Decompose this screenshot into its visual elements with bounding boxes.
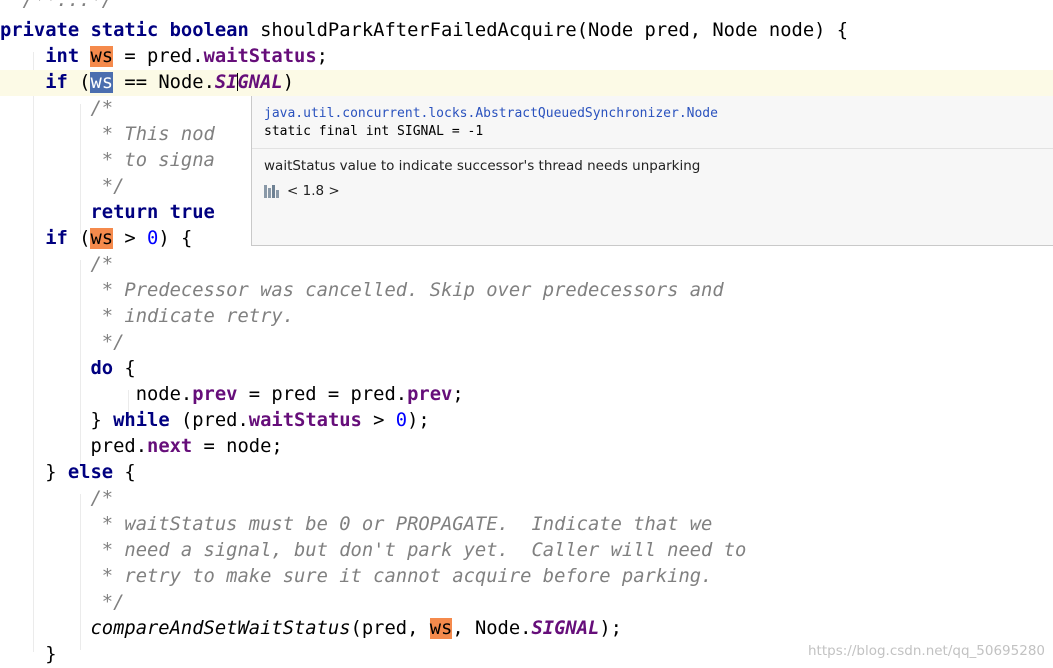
semicolon: ; [452,384,464,405]
comment-text: /* [90,98,114,119]
code-line-comment[interactable]: */ [0,330,1053,356]
modifiers: private static boolean [0,20,249,41]
method-name: shouldParkAfterFailedAcquire [260,20,577,41]
code-line-compare-and-set[interactable]: compareAndSetWaitStatus(pred, ws, Node.S… [0,616,1053,642]
open-brace: { [113,462,136,483]
comment-text: * This nod [90,124,215,145]
signal-constant-part: SI [214,72,238,93]
close-paren: ) { [158,228,193,249]
comment-text: /* [90,254,114,275]
comment-text: * Predecessor was cancelled. Skip over p… [90,280,724,301]
code-text: , Node. [452,618,532,639]
code-line-comment[interactable]: * need a signal, but don't park yet. Cal… [0,538,1053,564]
type-keyword: int [45,46,80,67]
code-line-comment[interactable]: * indicate retry. [0,304,1053,330]
code-line-pred-next[interactable]: pred.next = node; [0,434,1053,460]
method-params: (Node pred, Node node) { [576,20,849,41]
doc-library-info: < 1.8 > [264,182,340,200]
compare-text: > [113,228,148,249]
method-call: compareAndSetWaitStatus [90,618,351,639]
watermark: https://blog.csdn.net/qq_50695280 [807,643,1045,659]
if-keyword: if [45,72,68,93]
open-paren: ( [67,72,91,93]
code-line-comment[interactable]: * waitStatus must be 0 or PROPAGATE. Ind… [0,512,1053,538]
prev-field: prev [407,384,453,405]
true-literal: true [169,202,215,223]
close-paren: ) [282,72,295,93]
code-text: node. [135,384,193,405]
close-paren: ); [407,410,430,431]
comment-text: * to signa [90,150,215,171]
comment-text: */ [90,176,125,197]
code-line-if-signal[interactable]: if (ws == Node.SIGNAL) [0,70,1053,96]
code-text: pred. [90,436,148,457]
code-line-else[interactable]: } else { [0,460,1053,486]
comment-text: */ [90,592,125,613]
code-line-comment[interactable]: * retry to make sure it cannot acquire b… [0,564,1053,590]
ws-variable-read: ws [90,228,114,249]
code-text: = node; [192,436,283,457]
close-brace: } [45,462,68,483]
close-brace: } [90,410,114,431]
compare-text: == Node. [113,72,215,93]
code-line-comment[interactable]: /* [0,486,1053,512]
doc-divider [252,148,1053,149]
quick-documentation-popup[interactable]: java.util.concurrent.locks.AbstractQueue… [251,96,1053,246]
code-text: (pred, [350,618,430,639]
comment-text: * need a signal, but don't park yet. Cal… [90,540,747,561]
library-icon [264,184,280,198]
code-line-while[interactable]: } while (pred.waitStatus > 0); [0,408,1053,434]
comment-text: /* [90,488,114,509]
code-text: = pred = pred. [237,384,408,405]
code-line-comment[interactable]: * Predecessor was cancelled. Skip over p… [0,278,1053,304]
waitstatus-field: waitStatus [203,46,317,67]
code-line-comment[interactable]: /* [0,252,1053,278]
code-line-do[interactable]: do { [0,356,1053,382]
if-keyword: if [45,228,68,249]
comment-text: * retry to make sure it cannot acquire b… [90,566,713,587]
doc-class-path-link[interactable]: java.util.concurrent.locks.AbstractQueue… [264,106,718,121]
doc-description: waitStatus value to indicate successor's… [264,158,701,174]
ws-variable-read: ws [429,618,453,639]
ws-variable-read: ws [90,72,114,93]
waitstatus-field: waitStatus [248,410,362,431]
compare-text: > [361,410,396,431]
signal-constant[interactable]: SIGNAL [215,72,283,93]
library-version: < 1.8 > [287,183,340,199]
code-line-method-signature[interactable]: private static boolean shouldParkAfterFa… [0,18,1053,44]
number-literal: 0 [395,410,408,431]
number-literal: 0 [147,228,159,249]
signal-constant: SIGNAL [531,618,600,639]
code-line-comment[interactable]: */ [0,590,1053,616]
comment-text: * indicate retry. [90,306,294,327]
folded-comment[interactable]: /**...*/ [23,0,113,11]
do-keyword: do [90,358,114,379]
open-brace: { [113,358,136,379]
signal-constant-part: GNAL [237,72,283,93]
close-brace: } [45,644,57,665]
doc-declaration: static final int SIGNAL = -1 [264,124,484,139]
ws-variable-write: ws [90,46,114,67]
code-line-int-ws[interactable]: int ws = pred.waitStatus; [0,44,1053,70]
semicolon: ; [316,46,328,67]
comment-text: */ [90,332,125,353]
assign-text: = pred. [113,46,204,67]
open-paren: ( [67,228,91,249]
prev-field: prev [192,384,238,405]
while-keyword: while [113,410,170,431]
close-paren: ); [599,618,622,639]
next-field: next [147,436,193,457]
comment-text: * waitStatus must be 0 or PROPAGATE. Ind… [90,514,713,535]
return-keyword: return [90,202,159,223]
code-line-folded-doc[interactable]: /**...*/ [0,0,1053,14]
else-keyword: else [67,462,114,483]
code-text: (pred. [169,410,249,431]
code-line-node-prev[interactable]: node.prev = pred = pred.prev; [0,382,1053,408]
